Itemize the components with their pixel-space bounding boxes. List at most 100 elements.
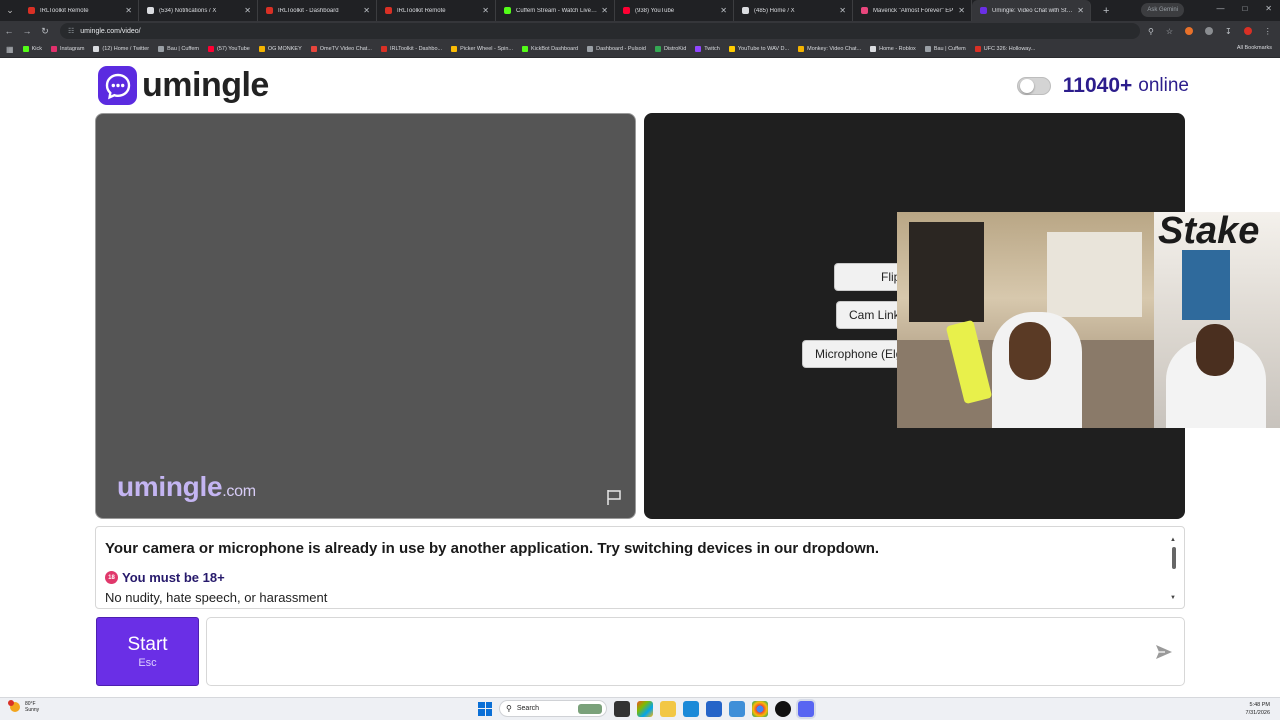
- tab-title: IRLToolkit Remote: [397, 7, 446, 14]
- bookmark-item[interactable]: Monkey: Video Chat...: [798, 46, 861, 52]
- browser-tab[interactable]: IRLToolkit Remote ✕: [20, 0, 139, 21]
- bookmark-favicon-icon: [50, 46, 57, 52]
- start-menu-icon[interactable]: [478, 701, 492, 716]
- ask-gemini-button[interactable]: Ask Gemini: [1141, 3, 1184, 17]
- bookmark-item[interactable]: UFC 326: Holloway...: [974, 46, 1035, 52]
- microphone-select-button[interactable]: Microphone (Elg: [802, 340, 902, 368]
- file-explorer-icon[interactable]: [660, 700, 676, 717]
- system-clock[interactable]: 5:48 PM 7/31/2026: [1246, 701, 1270, 717]
- stake-brand-sign: Stake: [1158, 212, 1260, 252]
- message-scrollbar[interactable]: ▲ ▼: [1170, 537, 1178, 601]
- close-tab-icon[interactable]: ✕: [125, 6, 132, 15]
- tab-search-icon[interactable]: ⌄: [0, 0, 20, 21]
- window-controls: — □ ✕: [1216, 4, 1272, 13]
- browser-tab[interactable]: IRLToolkit Remote ✕: [377, 0, 496, 21]
- all-bookmarks-folder[interactable]: All Bookmarks: [1237, 45, 1272, 51]
- site-info-icon[interactable]: ☷: [68, 27, 74, 35]
- tab-favicon-icon: [980, 7, 987, 14]
- start-button[interactable]: Start Esc: [96, 617, 199, 686]
- close-tab-icon[interactable]: ✕: [482, 6, 489, 15]
- apps-grid-icon[interactable]: ▦: [6, 45, 14, 54]
- bookmark-item[interactable]: YouTube to WAV D...: [728, 46, 789, 52]
- copilot-icon[interactable]: [637, 700, 653, 717]
- browser-tab[interactable]: (534) Notifications / X ✕: [139, 0, 258, 21]
- bookmark-star-icon[interactable]: ☆: [1166, 27, 1173, 36]
- profile-avatar[interactable]: [1243, 27, 1252, 35]
- taskbar-search[interactable]: ⚲ Search: [499, 700, 607, 717]
- mail-icon[interactable]: [729, 700, 745, 717]
- umingle-logo[interactable]: umingle: [98, 66, 269, 105]
- rules-text: No nudity, hate speech, or harassment: [105, 590, 328, 605]
- bookmark-item[interactable]: KickBot Dashboard: [522, 46, 578, 52]
- bookmark-favicon-icon: [93, 46, 100, 52]
- close-tab-icon[interactable]: ✕: [363, 6, 370, 15]
- maximize-icon[interactable]: □: [1242, 4, 1247, 13]
- bookmark-favicon-icon: [451, 46, 458, 52]
- close-tab-icon[interactable]: ✕: [601, 6, 608, 15]
- back-icon[interactable]: ←: [0, 26, 18, 36]
- bookmark-favicon-icon: [22, 46, 29, 52]
- downloads-icon[interactable]: ↧: [1225, 27, 1232, 36]
- browser-tab[interactable]: (485) Home / X ✕: [734, 0, 853, 21]
- weather-widget[interactable]: 80°F Sunny: [8, 700, 40, 713]
- tab-title: (534) Notifications / X: [159, 7, 217, 14]
- bookmark-item[interactable]: (12) Home / Twitter: [93, 46, 149, 52]
- store-icon[interactable]: [706, 700, 722, 717]
- bookmark-item[interactable]: Bau | Cuffem: [924, 46, 966, 52]
- bookmark-item[interactable]: OmeTV Video Chat...: [310, 46, 372, 52]
- chat-bubble-logo-icon: [98, 66, 137, 105]
- extension-icon[interactable]: [1185, 27, 1194, 35]
- chrome-icon[interactable]: [752, 700, 768, 717]
- bookmark-label: Bau | Cuffem: [933, 46, 966, 52]
- tab-favicon-icon: [742, 7, 749, 14]
- bookmark-item[interactable]: DistroKid: [654, 46, 686, 52]
- address-bar[interactable]: ☷ umingle.com/video/: [60, 23, 1140, 39]
- bookmark-item[interactable]: (57) YouTube: [208, 46, 250, 52]
- report-flag-icon[interactable]: [605, 488, 623, 506]
- bookmark-item[interactable]: Picker Wheel - Spin...: [451, 46, 513, 52]
- reload-icon[interactable]: ↻: [36, 26, 54, 37]
- browser-tab[interactable]: Maverick "Almost Forever" EP ✕: [853, 0, 972, 21]
- bookmark-label: OmeTV Video Chat...: [319, 46, 372, 52]
- tab-favicon-icon: [385, 7, 392, 14]
- bookmark-item[interactable]: Home - Roblox: [870, 46, 916, 52]
- close-tab-icon[interactable]: ✕: [244, 6, 251, 15]
- browser-tab[interactable]: IRLToolkit - Dashboard ✕: [258, 0, 377, 21]
- theme-toggle[interactable]: [1016, 77, 1051, 95]
- video-watermark: umingle.com: [117, 471, 256, 502]
- bookmark-item[interactable]: Dashboard - Pulsoid: [587, 46, 646, 52]
- chat-input[interactable]: [217, 618, 1137, 685]
- bookmark-item[interactable]: IRLToolkit - Dashbo...: [380, 46, 442, 52]
- bookmark-label: Picker Wheel - Spin...: [460, 46, 513, 52]
- bookmark-favicon-icon: [974, 46, 981, 52]
- close-tab-icon[interactable]: ✕: [720, 6, 727, 15]
- close-tab-icon[interactable]: ✕: [839, 6, 846, 15]
- browser-tab[interactable]: (938) YouTube ✕: [615, 0, 734, 21]
- menu-kebab-icon[interactable]: ⋮: [1264, 27, 1272, 36]
- task-view-icon[interactable]: [614, 700, 630, 717]
- browser-tab[interactable]: Cuffem Stream - Watch Live on Kick ✕: [496, 0, 615, 21]
- browser-tab[interactable]: Umingle: Video Chat with Strangers ✕: [972, 0, 1091, 21]
- bookmark-item[interactable]: Bau | Cuffem: [158, 46, 199, 52]
- bookmark-item[interactable]: Twitch: [695, 46, 720, 52]
- bookmark-label: OG MONKEY: [267, 46, 302, 52]
- bookmark-item[interactable]: OG MONKEY: [258, 46, 302, 52]
- extensions-puzzle-icon[interactable]: [1205, 27, 1214, 35]
- new-tab-button[interactable]: +: [1103, 5, 1109, 17]
- close-window-icon[interactable]: ✕: [1265, 4, 1272, 13]
- edge-icon[interactable]: [683, 700, 699, 717]
- age-notice-text: You must be 18+: [122, 570, 225, 585]
- logo-wordmark: umingle: [142, 66, 269, 104]
- close-tab-icon[interactable]: ✕: [958, 6, 965, 15]
- minimize-icon[interactable]: —: [1216, 4, 1224, 13]
- close-tab-icon[interactable]: ✕: [1077, 6, 1084, 15]
- bookmark-item[interactable]: Instagram: [50, 46, 84, 52]
- forward-icon[interactable]: →: [18, 26, 36, 36]
- send-icon[interactable]: [1154, 642, 1174, 662]
- weather-condition: Sunny: [25, 707, 40, 713]
- obs-icon[interactable]: [775, 700, 791, 717]
- discord-icon[interactable]: [798, 700, 814, 717]
- bookmark-item[interactable]: Kick: [22, 46, 42, 52]
- zoom-icon[interactable]: ⚲: [1148, 27, 1154, 36]
- bookmark-favicon-icon: [728, 46, 735, 52]
